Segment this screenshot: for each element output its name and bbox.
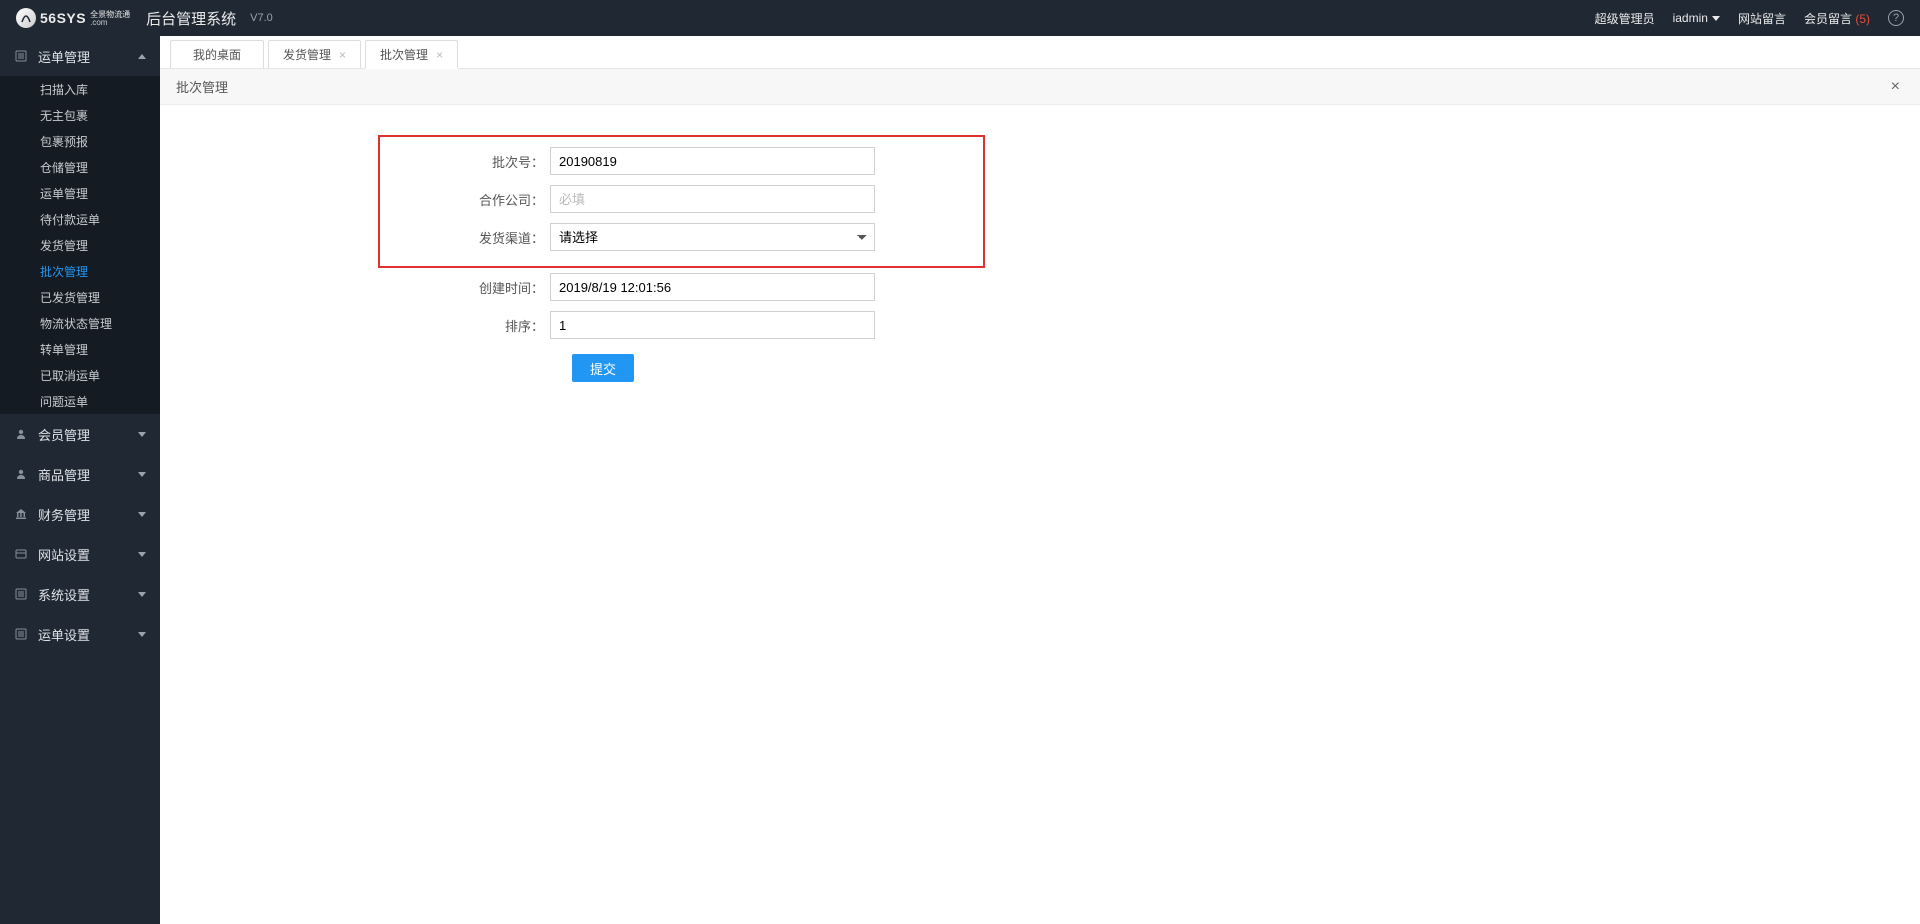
form-actions: 提交 bbox=[160, 354, 1920, 382]
header-right: 超级管理员 iadmin 网站留言 会员留言 (5) ? bbox=[1595, 10, 1904, 27]
sidebar: 运单管理 扫描入库 无主包裹 包裹预报 仓储管理 运单管理 待付款运单 发货管理… bbox=[0, 36, 160, 924]
sidebar-item-logistics-status[interactable]: 物流状态管理 bbox=[0, 310, 160, 336]
sidebar-item-warehouse[interactable]: 仓储管理 bbox=[0, 154, 160, 180]
sidebar-group-label: 运单设置 bbox=[38, 625, 90, 644]
form: 批次号： 合作公司： 发货渠道： 请选择 创建时间： bbox=[160, 105, 1920, 382]
channel-select[interactable]: 请选择 bbox=[550, 223, 875, 251]
form-row-partner: 合作公司： bbox=[380, 180, 983, 218]
logo: 56SYS 全景物流通 .com bbox=[16, 8, 130, 28]
sidebar-item-shipping[interactable]: 发货管理 bbox=[0, 232, 160, 258]
chevron-down-icon bbox=[138, 592, 146, 597]
page-header: 批次管理 × bbox=[160, 69, 1920, 105]
sidebar-item-cancelled[interactable]: 已取消运单 bbox=[0, 362, 160, 388]
close-icon[interactable]: × bbox=[1887, 78, 1904, 96]
sidebar-item-orphan-parcel[interactable]: 无主包裹 bbox=[0, 102, 160, 128]
layout-icon bbox=[14, 548, 28, 560]
member-messages-link[interactable]: 会员留言 (5) bbox=[1804, 10, 1870, 27]
form-row-batch-no: 批次号： bbox=[380, 142, 983, 180]
sidebar-group-header-waybill[interactable]: 运单管理 bbox=[0, 36, 160, 76]
sidebar-item-problem[interactable]: 问题运单 bbox=[0, 388, 160, 414]
sidebar-group-label: 财务管理 bbox=[38, 505, 90, 524]
main-area: 我的桌面 发货管理 × 批次管理 × 批次管理 × 批次号： bbox=[160, 36, 1920, 924]
close-icon[interactable]: × bbox=[339, 49, 346, 61]
tab-shipping[interactable]: 发货管理 × bbox=[268, 40, 361, 68]
chevron-down-icon bbox=[138, 512, 146, 517]
list-icon bbox=[14, 50, 28, 62]
logo-sub: 全景物流通 .com bbox=[90, 10, 130, 27]
submit-button[interactable]: 提交 bbox=[572, 354, 634, 382]
form-row-sort: 排序： bbox=[160, 306, 1920, 344]
sidebar-group-system: 系统设置 bbox=[0, 574, 160, 614]
sidebar-item-batch[interactable]: 批次管理 bbox=[0, 258, 160, 284]
sidebar-item-shipped[interactable]: 已发货管理 bbox=[0, 284, 160, 310]
tab-label: 我的桌面 bbox=[193, 46, 241, 63]
sidebar-group-label: 系统设置 bbox=[38, 585, 90, 604]
member-messages-count: (5) bbox=[1855, 12, 1870, 26]
form-row-created: 创建时间： bbox=[160, 268, 1920, 306]
sidebar-item-waybill[interactable]: 运单管理 bbox=[0, 180, 160, 206]
sort-label: 排序： bbox=[160, 316, 550, 335]
sidebar-item-parcel-forecast[interactable]: 包裹预报 bbox=[0, 128, 160, 154]
list-icon bbox=[14, 588, 28, 600]
channel-label: 发货渠道： bbox=[380, 228, 550, 247]
highlighted-section: 批次号： 合作公司： 发货渠道： 请选择 bbox=[378, 135, 985, 268]
site-messages-link[interactable]: 网站留言 bbox=[1738, 10, 1786, 27]
form-row-channel: 发货渠道： 请选择 bbox=[380, 218, 983, 256]
user-icon bbox=[14, 468, 28, 480]
sidebar-group-header-waybill-settings[interactable]: 运单设置 bbox=[0, 614, 160, 654]
version-label: V7.0 bbox=[250, 12, 273, 24]
sidebar-group-label: 运单管理 bbox=[38, 47, 90, 66]
partner-input[interactable] bbox=[550, 185, 875, 213]
tab-label: 批次管理 bbox=[380, 46, 428, 63]
sidebar-group-header-system[interactable]: 系统设置 bbox=[0, 574, 160, 614]
partner-label: 合作公司： bbox=[380, 190, 550, 209]
sidebar-group-label: 会员管理 bbox=[38, 425, 90, 444]
created-input[interactable] bbox=[550, 273, 875, 301]
system-title: 后台管理系统 bbox=[146, 8, 236, 29]
sidebar-group-website: 网站设置 bbox=[0, 534, 160, 574]
sidebar-group-finance: 财务管理 bbox=[0, 494, 160, 534]
sidebar-group-label: 网站设置 bbox=[38, 545, 90, 564]
username: iadmin bbox=[1673, 11, 1708, 25]
created-label: 创建时间： bbox=[160, 278, 550, 297]
chevron-down-icon bbox=[138, 432, 146, 437]
chevron-down-icon bbox=[138, 632, 146, 637]
user-icon bbox=[14, 428, 28, 440]
batch-no-input[interactable] bbox=[550, 147, 875, 175]
chevron-down-icon bbox=[138, 472, 146, 477]
sidebar-group-waybill: 运单管理 扫描入库 无主包裹 包裹预报 仓储管理 运单管理 待付款运单 发货管理… bbox=[0, 36, 160, 414]
tab-label: 发货管理 bbox=[283, 46, 331, 63]
sort-input[interactable] bbox=[550, 311, 875, 339]
sidebar-item-scan-in[interactable]: 扫描入库 bbox=[0, 76, 160, 102]
chevron-up-icon bbox=[138, 54, 146, 59]
sidebar-item-transfer[interactable]: 转单管理 bbox=[0, 336, 160, 362]
chevron-down-icon bbox=[138, 552, 146, 557]
sidebar-group-member: 会员管理 bbox=[0, 414, 160, 454]
sidebar-item-pending-payment[interactable]: 待付款运单 bbox=[0, 206, 160, 232]
close-icon[interactable]: × bbox=[436, 49, 443, 61]
tab-batch[interactable]: 批次管理 × bbox=[365, 40, 458, 68]
sidebar-group-product: 商品管理 bbox=[0, 454, 160, 494]
batch-no-label: 批次号： bbox=[380, 152, 550, 171]
sidebar-group-header-website[interactable]: 网站设置 bbox=[0, 534, 160, 574]
sidebar-subitems-waybill: 扫描入库 无主包裹 包裹预报 仓储管理 运单管理 待付款运单 发货管理 批次管理… bbox=[0, 76, 160, 414]
sidebar-group-label: 商品管理 bbox=[38, 465, 90, 484]
list-icon bbox=[14, 628, 28, 640]
logo-text: 56SYS bbox=[40, 10, 86, 26]
chevron-down-icon bbox=[1712, 16, 1720, 21]
page-title: 批次管理 bbox=[176, 77, 228, 96]
logo-icon bbox=[16, 8, 36, 28]
sidebar-group-waybill-settings: 运单设置 bbox=[0, 614, 160, 654]
role-label: 超级管理员 bbox=[1595, 10, 1655, 27]
top-header: 56SYS 全景物流通 .com 后台管理系统 V7.0 超级管理员 iadmi… bbox=[0, 0, 1920, 36]
sidebar-group-header-member[interactable]: 会员管理 bbox=[0, 414, 160, 454]
tab-desktop[interactable]: 我的桌面 bbox=[170, 40, 264, 68]
sidebar-group-header-finance[interactable]: 财务管理 bbox=[0, 494, 160, 534]
tabs-bar: 我的桌面 发货管理 × 批次管理 × bbox=[160, 36, 1920, 69]
help-icon[interactable]: ? bbox=[1888, 10, 1904, 26]
bank-icon bbox=[14, 508, 28, 520]
header-left: 56SYS 全景物流通 .com 后台管理系统 V7.0 bbox=[16, 8, 273, 29]
sidebar-group-header-product[interactable]: 商品管理 bbox=[0, 454, 160, 494]
user-dropdown[interactable]: iadmin bbox=[1673, 11, 1720, 25]
